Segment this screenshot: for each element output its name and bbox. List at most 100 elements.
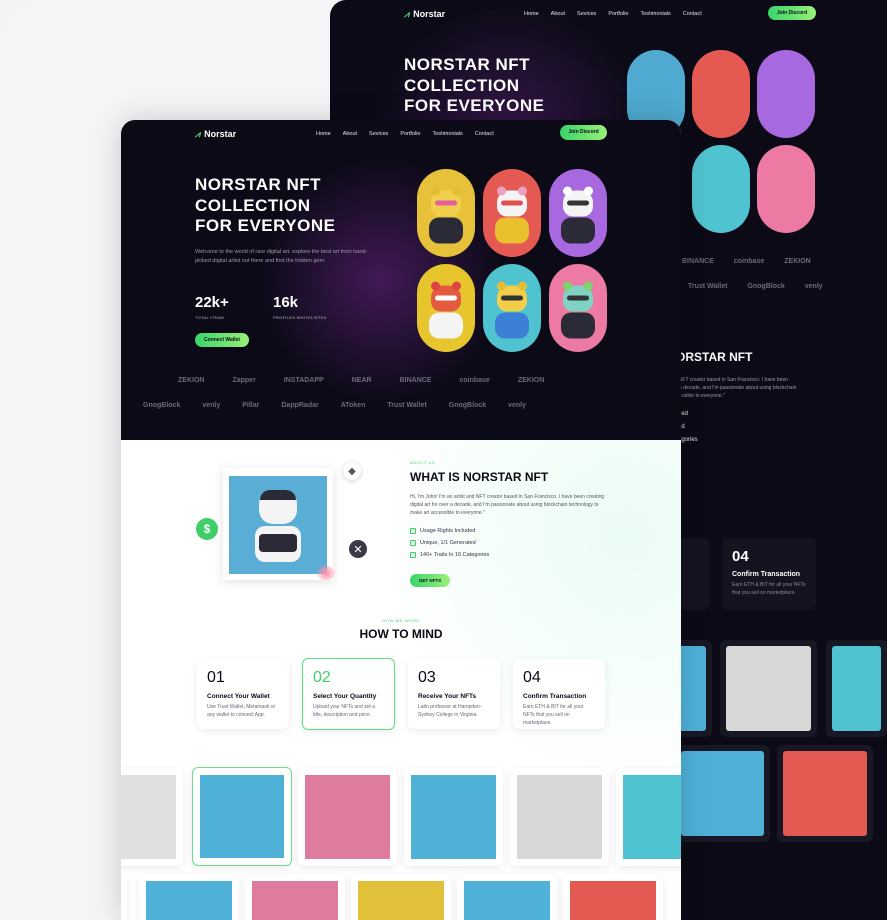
back-nav-links: Home About Sevices Portfolio Testimonials Con…: [524, 11, 702, 17]
logo[interactable]: ⩘ Norstar: [195, 129, 236, 140]
nav-link[interactable]: Home: [524, 11, 539, 17]
partner-logo: ZEKION: [517, 377, 545, 384]
nft-tile[interactable]: [510, 768, 609, 866]
nav-links: Home About Sevices Portfolio Testimonials Con…: [316, 131, 494, 137]
logo-icon: ⩘: [404, 8, 410, 19]
nft-tile[interactable]: [457, 874, 557, 920]
step-card-2[interactable]: 02 Select Your Quantity Upload your NFTs…: [302, 658, 395, 730]
nav-link[interactable]: Contact: [475, 131, 494, 137]
partner-logo: venly: [508, 402, 527, 409]
back-join-discord-button[interactable]: Join Discord: [768, 6, 816, 20]
partner-logo: GnogBlock: [143, 402, 181, 409]
stat-total-items: 22k+ TOTAL ITEAM: [195, 294, 229, 320]
partner-logo: AToken: [340, 402, 366, 409]
partner-logo: GnogBlock: [747, 283, 785, 290]
about-text: Hi, I'm John! I'm an artist and NFT crea…: [410, 494, 605, 516]
partner-logo: ZEKION: [784, 258, 811, 265]
nav-link[interactable]: Sevices: [577, 11, 596, 17]
partner-logo: venly: [804, 283, 823, 290]
hero-section: ⩘ Norstar Home About Sevices Portfolio Testi…: [121, 120, 681, 440]
nav-link[interactable]: Portfolio: [400, 131, 420, 137]
partner-logo: BINANCE: [682, 258, 714, 265]
feature-item: ✓ Usage Rights Included: [410, 527, 476, 534]
back-nft-tile[interactable]: [777, 745, 873, 842]
nft-tile[interactable]: [121, 874, 127, 920]
check-icon: ✓: [410, 551, 416, 558]
brand-name: Norstar: [413, 9, 446, 19]
partner-logo: INSTADAPP: [283, 377, 324, 384]
get-nfts-button[interactable]: GET NFTS: [410, 574, 450, 587]
partner-logo: coinbase: [733, 258, 765, 265]
back-nft-card[interactable]: [692, 50, 750, 138]
brand-name: Norstar: [204, 129, 237, 139]
check-icon: ✓: [410, 539, 416, 546]
nft-tile[interactable]: [245, 874, 345, 920]
nft-tile[interactable]: [192, 767, 292, 866]
nft-card[interactable]: [417, 264, 475, 352]
about-feature-list: ✓ Usage Rights Included ✓ Unique, 1/1 Gene…: [410, 528, 489, 564]
back-nft-tile[interactable]: [826, 640, 887, 737]
partner-logo: coinbase: [459, 377, 490, 384]
hero-subtitle: Welcome to the world of rare digital art…: [195, 249, 368, 264]
ethereum-icon: ◆: [343, 462, 361, 480]
hero-title: NORSTAR NFT COLLECTION FOR EVERYONE: [195, 175, 336, 236]
back-partners-row-1: BINANCE coinbase ZEKION: [682, 258, 811, 265]
partner-logo: ZEKION: [178, 377, 205, 384]
nft-tile[interactable]: [298, 768, 397, 866]
nav-link[interactable]: Home: [316, 131, 331, 137]
partner-logo: Trust Wallet: [387, 402, 427, 409]
nft-tile[interactable]: [121, 768, 183, 866]
close-icon: ✕: [349, 540, 367, 558]
nft-tile[interactable]: [616, 768, 681, 866]
partner-logo: DappRadar: [281, 402, 319, 409]
back-nft-tile[interactable]: [675, 745, 770, 842]
nft-tile[interactable]: [404, 768, 503, 866]
partner-logo: venly: [202, 402, 221, 409]
back-nft-card[interactable]: [692, 145, 750, 233]
nft-card[interactable]: [483, 264, 541, 352]
step-card-3[interactable]: 03 Receive Your NFTs Latin professor at …: [408, 659, 500, 729]
back-navbar: ⩘ Norstar Home About Sevices Portfolio Testi…: [404, 6, 884, 22]
stat-profiles: 16k PROFILES WHITELISTED: [273, 294, 327, 320]
how-eyebrow: HOW WE WORK: [382, 618, 420, 623]
back-nft-card[interactable]: [757, 145, 815, 233]
nav-link[interactable]: About: [551, 11, 565, 17]
front-page: ⩘ Norstar Home About Sevices Portfolio Testi…: [121, 120, 681, 920]
back-logo[interactable]: ⩘ Norstar: [404, 9, 445, 20]
back-nft-tile[interactable]: [720, 640, 817, 737]
back-about-text: t NFT creator based in San Francisco. I …: [676, 377, 797, 399]
logo-icon: ⩘: [195, 128, 201, 139]
nav-link[interactable]: Testimonials: [641, 11, 671, 17]
nft-card[interactable]: [549, 169, 607, 257]
about-eyebrow: ABOUT US: [410, 460, 436, 465]
back-about-title: ORSTAR NFT: [676, 350, 753, 364]
join-discord-button[interactable]: Join Discord: [560, 125, 607, 140]
partner-logo: BINANCE: [399, 377, 432, 384]
coin-icon: $: [196, 518, 218, 540]
how-title: HOW TO MIND: [359, 627, 443, 641]
step-card-4[interactable]: 04 Confirm Transaction Earn ETH & BIT fo…: [513, 659, 605, 729]
connect-wallet-button[interactable]: Connect Wallet: [195, 333, 249, 347]
partner-logo: GnogBlock: [448, 402, 487, 409]
about-nft-image: [223, 468, 333, 580]
nav-link[interactable]: Sevices: [369, 131, 388, 137]
nft-card[interactable]: [483, 169, 541, 257]
nft-card[interactable]: [549, 264, 607, 352]
nft-tile[interactable]: [139, 874, 239, 920]
nft-tile[interactable]: [351, 874, 451, 920]
nav-link[interactable]: Contact: [683, 11, 702, 17]
feature-item: ✓ 140+ Traits In 16 Categories: [410, 551, 490, 558]
partner-logo: Zapper: [232, 377, 256, 384]
back-partners-row-2: Trust Wallet GnogBlock venly: [688, 283, 823, 290]
about-title: WHAT IS NORSTAR NFT: [410, 470, 549, 484]
check-icon: ✓: [410, 527, 416, 534]
step-card-1[interactable]: 01 Connect Your Wallet Use Trust Wallet,…: [197, 659, 289, 729]
back-nft-card[interactable]: [757, 50, 815, 138]
nft-tile[interactable]: [563, 874, 663, 920]
nav-link[interactable]: Portfolio: [608, 11, 628, 17]
nav-link[interactable]: Testimonials: [433, 131, 463, 137]
nav-link[interactable]: About: [343, 131, 357, 137]
feature-item: ✓ Unique, 1/1 Generated: [410, 539, 476, 546]
nft-card[interactable]: [417, 169, 475, 257]
partner-logo: Trust Wallet: [688, 283, 728, 290]
